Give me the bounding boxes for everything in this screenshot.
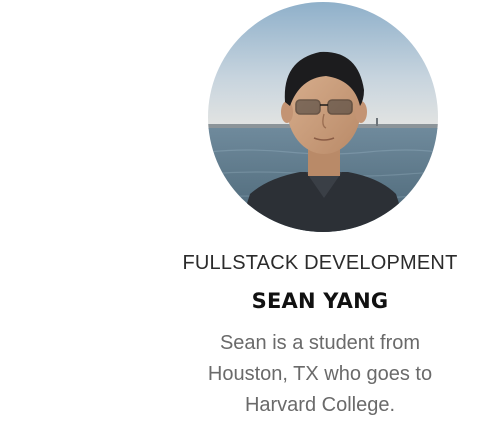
bio-line: Sean is a student from	[219, 332, 421, 354]
bio-line: Harvard College.	[244, 394, 396, 416]
profile-photo	[208, 2, 438, 232]
role-title: FULLSTACK DEVELOPMENT	[182, 252, 458, 274]
member-name: SEAN YANG	[251, 289, 389, 313]
avatar	[208, 2, 438, 232]
bio-line: Houston, TX who goes to	[207, 363, 433, 385]
member-bio: Sean is a student from Houston, TX who g…	[0, 328, 490, 421]
team-member-card: FULLSTACK DEVELOPMENT SEAN YANG Sean is …	[0, 0, 490, 423]
